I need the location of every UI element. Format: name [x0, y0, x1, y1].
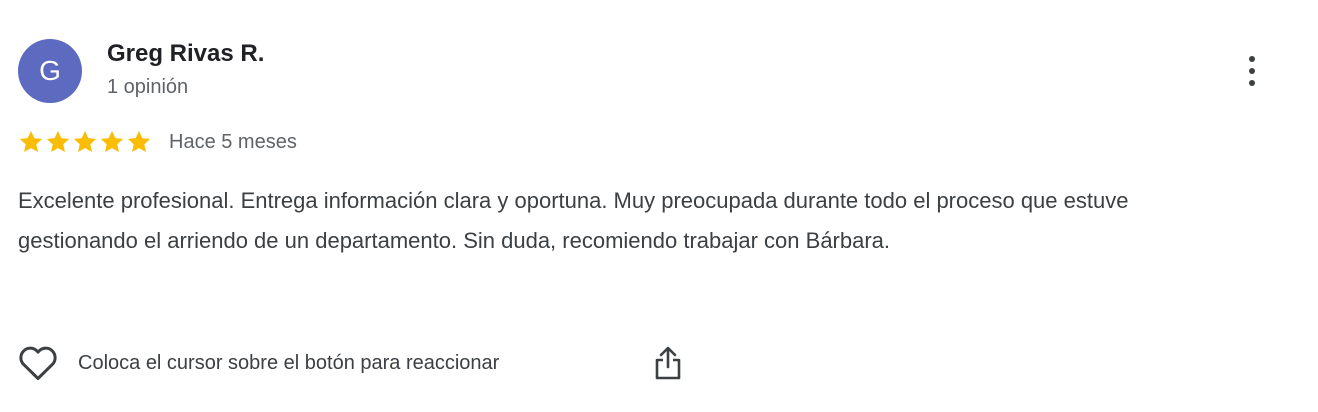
review-text: Excelente profesional. Entrega informaci…	[18, 188, 1129, 253]
star-icon	[19, 130, 43, 152]
heart-outline-icon	[19, 346, 57, 380]
react-button[interactable]: Coloca el cursor sobre el botón para rea…	[18, 344, 499, 382]
avatar-initial: G	[39, 55, 61, 86]
more-vertical-icon-dot	[1249, 80, 1255, 86]
star-rating	[18, 129, 152, 155]
review-date: Hace 5 meses	[169, 130, 297, 153]
star-icon	[46, 130, 70, 152]
review-actions: Coloca el cursor sobre el botón para rea…	[18, 342, 681, 384]
react-label: Coloca el cursor sobre el botón para rea…	[78, 351, 500, 374]
star-icon	[100, 130, 124, 152]
star-icon	[73, 130, 97, 152]
more-options-button[interactable]	[1236, 50, 1268, 92]
avatar[interactable]: G	[18, 39, 82, 103]
share-button[interactable]	[648, 342, 688, 384]
author-name[interactable]: Greg Rivas R.	[107, 40, 264, 68]
star-icon	[127, 130, 151, 152]
share-icon	[655, 346, 681, 380]
more-vertical-icon	[1249, 56, 1255, 62]
review-card: G Greg Rivas R. 1 opinión Hace 5 meses E…	[0, 0, 1318, 412]
author-review-count: 1 opinión	[107, 76, 189, 98]
more-vertical-icon-dot	[1249, 68, 1255, 74]
rating-row: Hace 5 meses	[18, 128, 297, 156]
